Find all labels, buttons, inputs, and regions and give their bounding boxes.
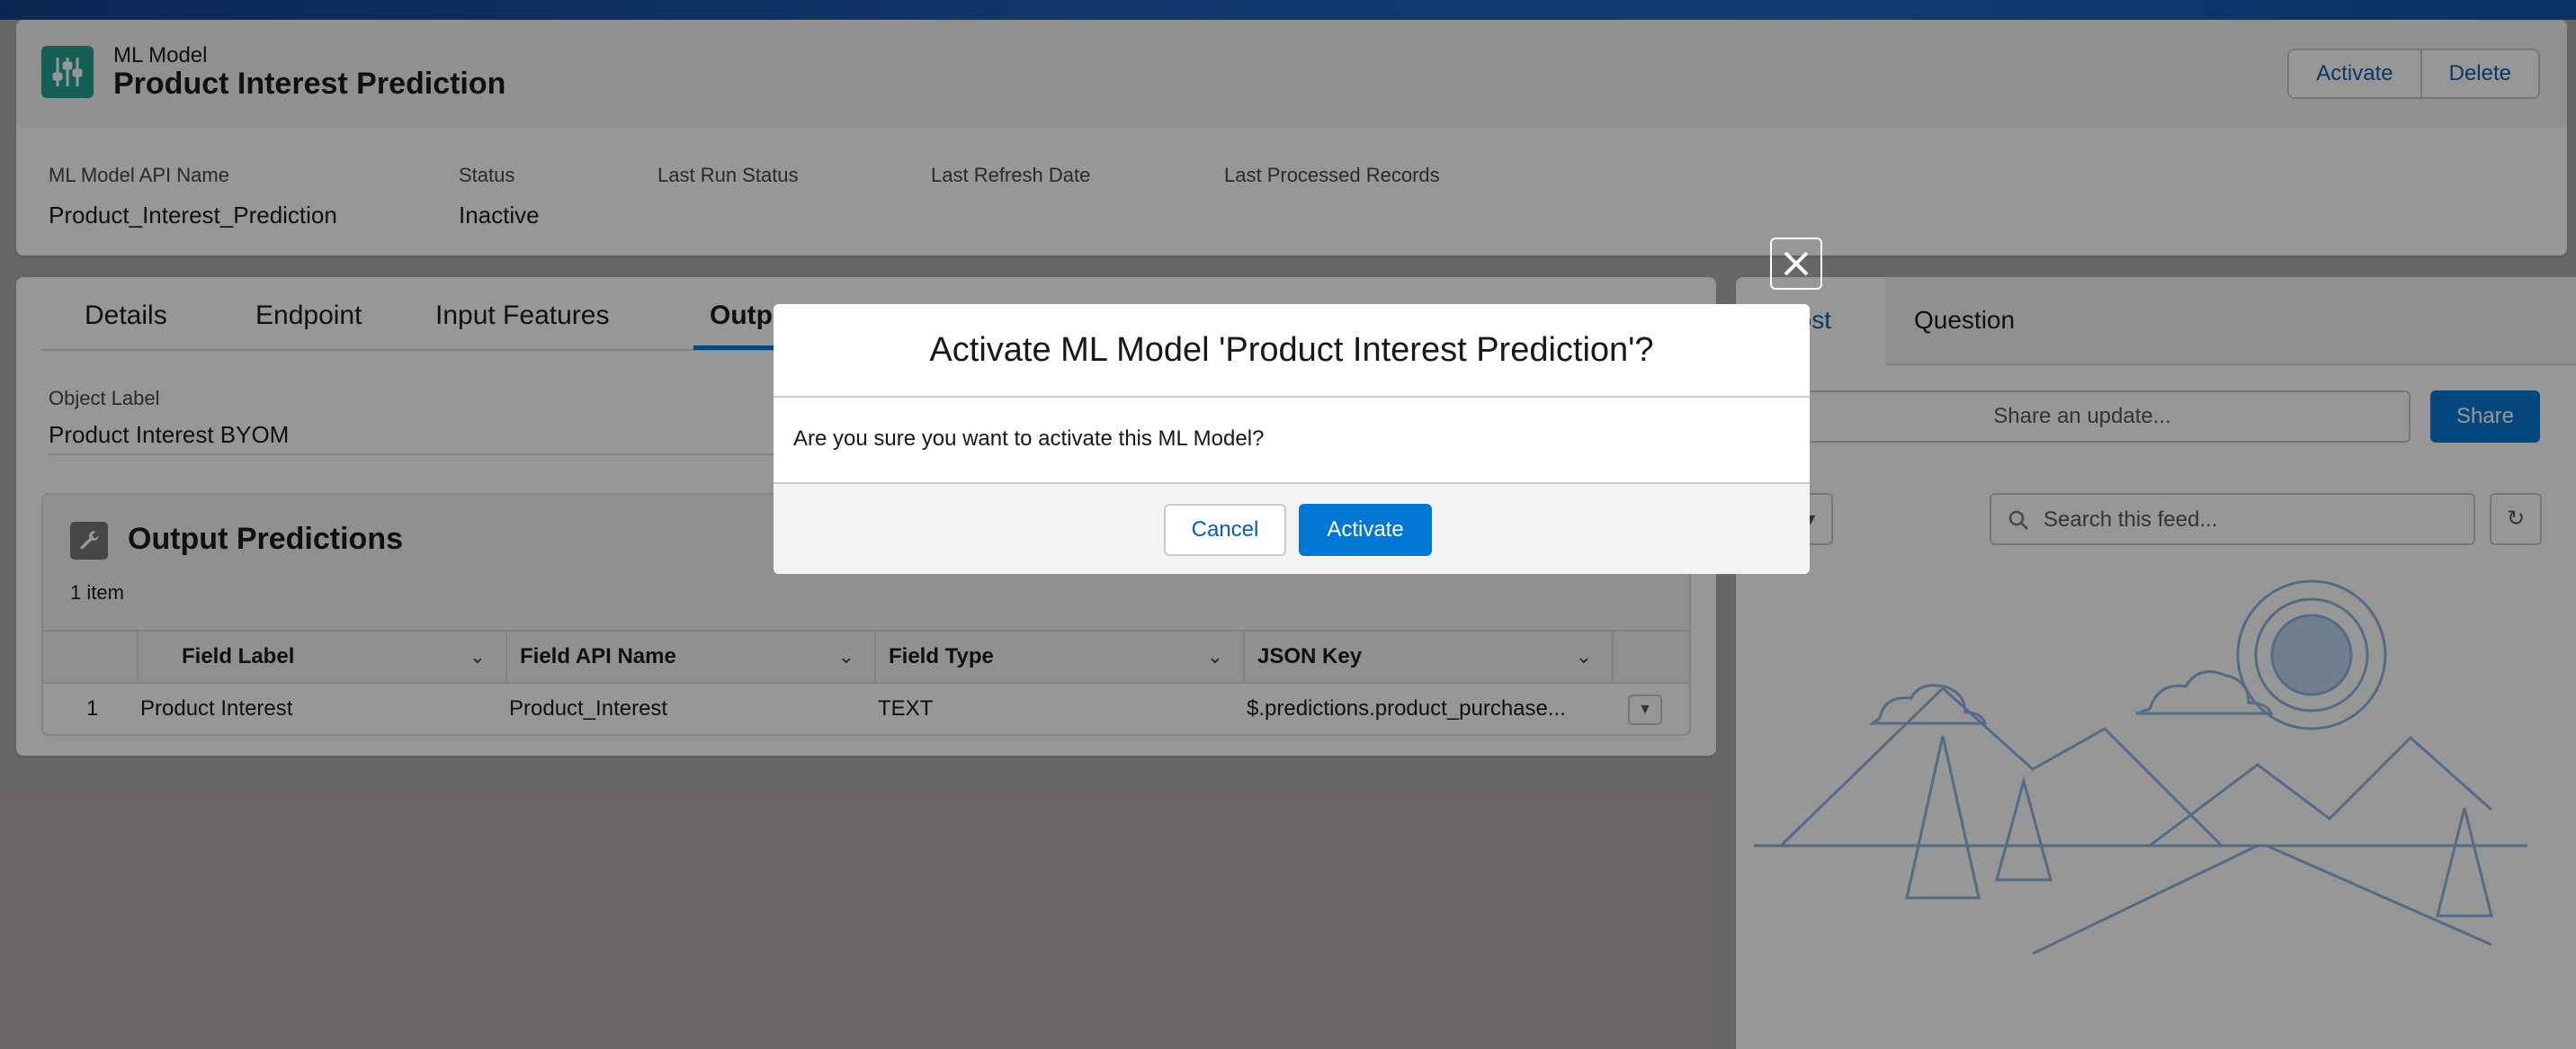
confirm-activate-button[interactable]: Activate — [1299, 504, 1432, 556]
activate-confirmation-modal: Activate ML Model 'Product Interest Pred… — [774, 304, 1810, 574]
cancel-button[interactable]: Cancel — [1164, 504, 1286, 556]
modal-header: Activate ML Model 'Product Interest Pred… — [774, 304, 1810, 398]
modal-footer: Cancel Activate — [774, 482, 1810, 574]
close-icon[interactable] — [1770, 238, 1822, 290]
modal-title: Activate ML Model 'Product Interest Pred… — [929, 331, 1654, 369]
modal-message: Are you sure you want to activate this M… — [793, 426, 1265, 451]
